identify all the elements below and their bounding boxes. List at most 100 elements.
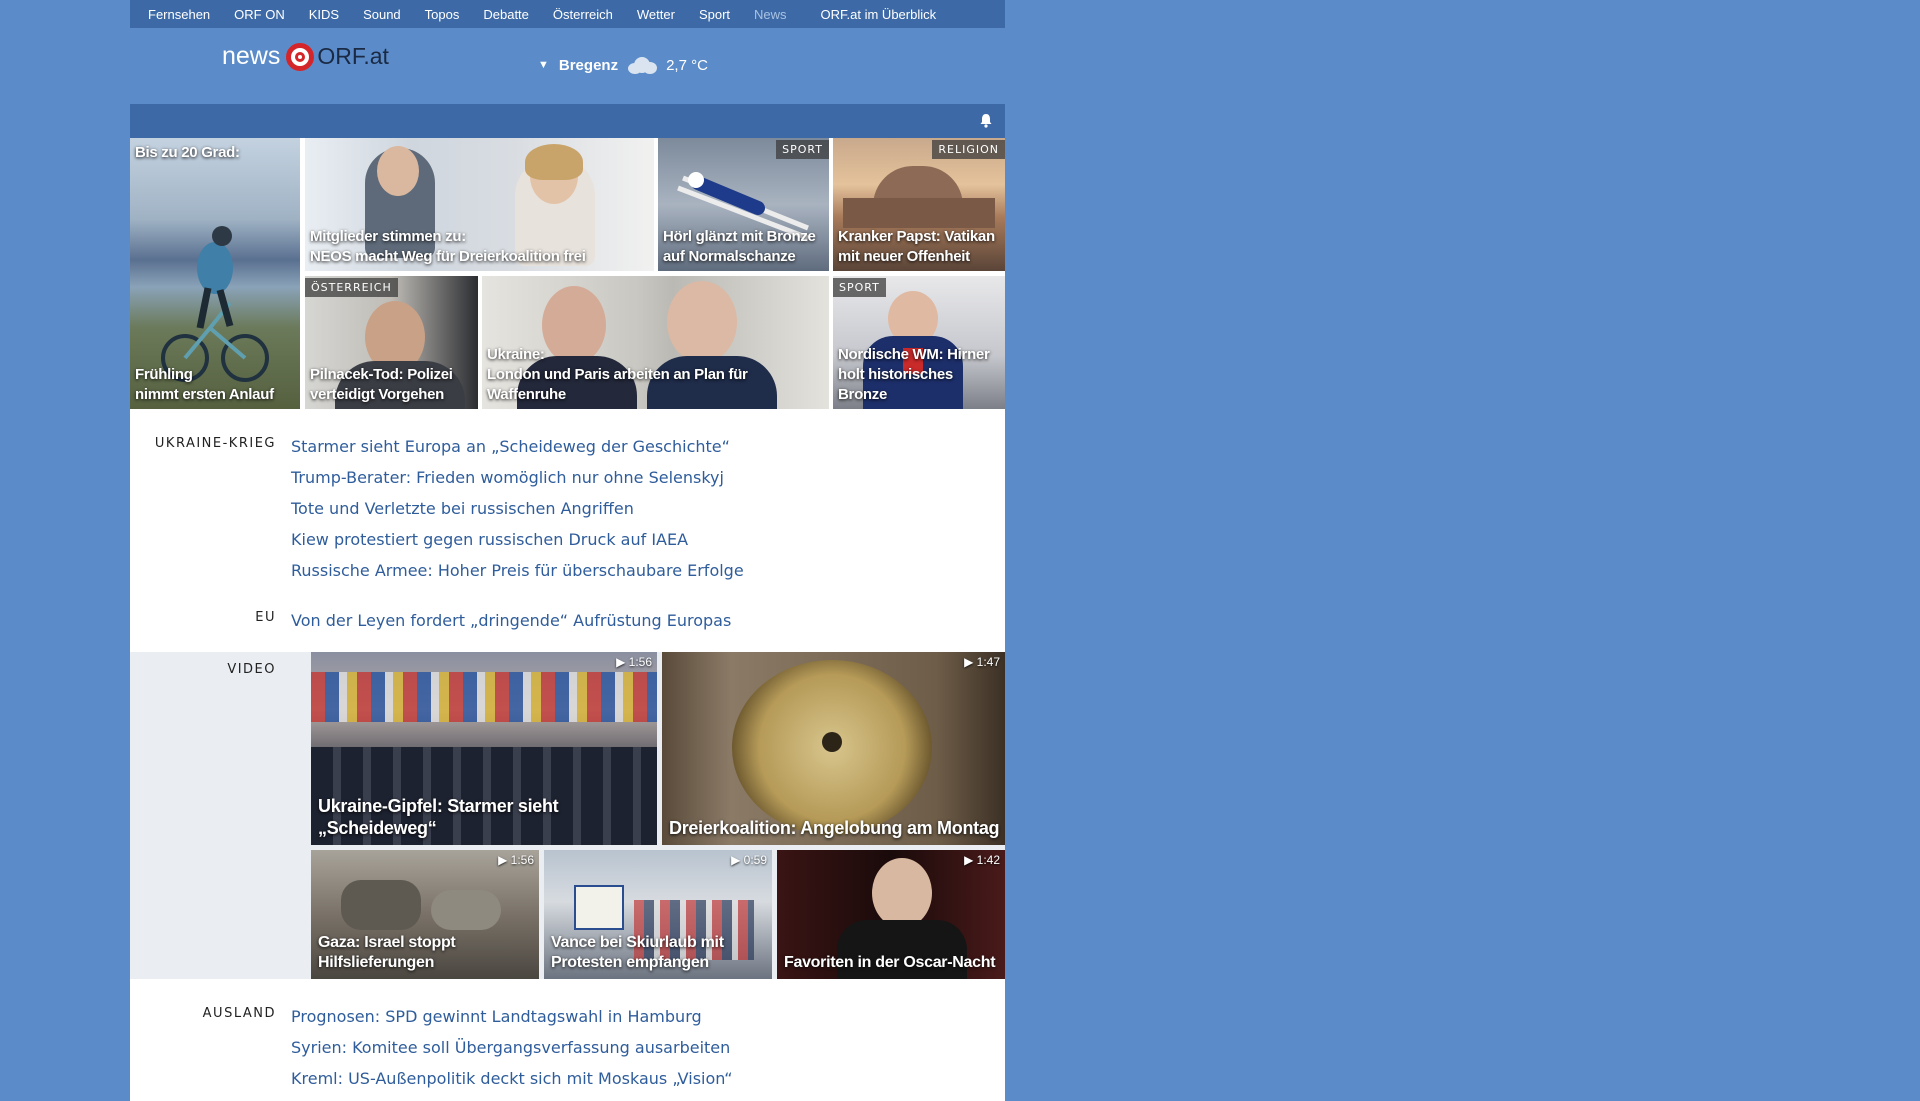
video-caption: Vance bei Skiurlaub mit Protesten empfan…: [551, 933, 767, 973]
video-caption: Favoriten in der Oscar-Nacht: [784, 953, 1000, 973]
teaser-papst[interactable]: RELIGION Kranker Papst: Vatikan mit neue…: [833, 138, 1005, 271]
nav-item-sound[interactable]: Sound: [363, 7, 401, 22]
teaser-pilnacek[interactable]: ÖSTERREICH Pilnacek-Tod: Polizei verteid…: [305, 276, 478, 409]
caption-line: mit neuer Offenheit: [838, 248, 970, 265]
teaser-ukraine-caption: Ukraine: London und Paris arbeiten an Pl…: [487, 345, 825, 405]
video-gaza[interactable]: ▶ 1:56 Gaza: Israel stoppt Hilfslieferun…: [311, 850, 539, 979]
section-label: UKRAINE-KRIEG: [154, 436, 276, 451]
teaser-ukraine[interactable]: Ukraine: London und Paris arbeiten an Pl…: [482, 276, 829, 409]
logo-orf-text: ORF.at: [317, 43, 389, 69]
video-duration: ▶ 0:59: [731, 853, 767, 867]
site-logo[interactable]: news ORF.at: [222, 42, 389, 71]
list-item: Trump-Berater: Frieden womöglich nur ohn…: [291, 462, 744, 493]
story-link[interactable]: Starmer sieht Europa an „Scheideweg der …: [291, 437, 730, 456]
duration-text: 1:56: [510, 853, 534, 867]
caption-line: Vance bei Skiurlaub mit: [551, 934, 724, 951]
teaser-fruehling[interactable]: Bis zu 20 Grad: Frühling nimmt ersten An…: [130, 138, 300, 409]
list-item: Russische Armee: Hoher Preis für übersch…: [291, 555, 744, 586]
teaser-pilnacek-tag: ÖSTERREICH: [305, 278, 398, 297]
nav-item-wetter[interactable]: Wetter: [637, 7, 675, 22]
story-link[interactable]: Tote und Verletzte bei russischen Angrif…: [291, 499, 634, 518]
nav-item-fernsehen[interactable]: Fernsehen: [148, 7, 210, 22]
video-vance[interactable]: ▶ 0:59 Vance bei Skiurlaub mit Protesten…: [544, 850, 772, 979]
teaser-grid: Bis zu 20 Grad: Frühling nimmt ersten An…: [130, 138, 1005, 409]
nav-item-sport[interactable]: Sport: [699, 7, 730, 22]
nav-item-overview[interactable]: ORF.at im Überblick: [821, 7, 937, 22]
teaser-hoerl[interactable]: SPORT Hörl glänzt mit Bronze auf Normals…: [658, 138, 829, 271]
teaser-hirner-tag: SPORT: [833, 278, 886, 297]
caption-line: Frühling: [135, 366, 193, 383]
duration-text: 1:42: [976, 853, 1000, 867]
caption-line: nimmt ersten Anlauf: [135, 386, 274, 403]
story-link[interactable]: Prognosen: SPD gewinnt Landtagswahl in H…: [291, 1007, 702, 1026]
duration-text: 1:47: [976, 655, 1000, 669]
video-caption: Ukraine-Gipfel: Starmer sieht „Scheidewe…: [318, 795, 652, 839]
section-ausland: AUSLAND Prognosen: SPD gewinnt Landtagsw…: [130, 979, 1005, 1101]
notification-bar: [130, 104, 1005, 138]
bell-icon[interactable]: [979, 113, 993, 132]
teaser-neos[interactable]: Mitglieder stimmen zu: NEOS macht Weg fü…: [305, 138, 654, 271]
video-duration: ▶ 1:42: [964, 853, 1000, 867]
list-item: Kreml: US-Außenpolitik deckt sich mit Mo…: [291, 1063, 733, 1094]
caption-line: Dreierkoalition: Angelobung am Montag: [669, 818, 1000, 838]
video-duration: ▶ 1:56: [498, 853, 534, 867]
list-item: Tote und Verletzte bei russischen Angrif…: [291, 493, 744, 524]
list-item: Syrien: Komitee soll Übergangsverfassung…: [291, 1032, 733, 1063]
top-navigation: Fernsehen ORF ON KIDS Sound Topos Debatt…: [130, 0, 1005, 28]
page-wrapper: Fernsehen ORF ON KIDS Sound Topos Debatt…: [130, 0, 1005, 1101]
video-ukraine-gipfel[interactable]: ▶ 1:56 Ukraine-Gipfel: Starmer sieht „Sc…: [311, 652, 657, 845]
caption-line: Kranker Papst: Vatikan: [838, 228, 995, 245]
teaser-neos-caption: Mitglieder stimmen zu: NEOS macht Weg fü…: [310, 227, 650, 267]
list-item: Von der Leyen fordert „dringende“ Aufrüs…: [291, 605, 731, 636]
nav-item-news[interactable]: News: [754, 7, 787, 22]
logo-news-text: news: [222, 42, 281, 70]
section-eu: EU Von der Leyen fordert „dringende“ Auf…: [130, 586, 1005, 636]
nav-item-kids[interactable]: KIDS: [309, 7, 339, 22]
caption-line: Gaza: Israel stoppt: [318, 934, 456, 951]
teaser-papst-tag: RELIGION: [932, 140, 1005, 159]
caption-line: auf Normalschanze: [663, 248, 796, 265]
nav-item-debatte[interactable]: Debatte: [483, 7, 529, 22]
caption-line: Hilfslieferungen: [318, 954, 435, 971]
story-link[interactable]: Kiew protestiert gegen russischen Druck …: [291, 530, 688, 549]
caption-line: London und Paris arbeiten an Plan für Wa…: [487, 366, 748, 403]
teaser-papst-caption: Kranker Papst: Vatikan mit neuer Offenhe…: [838, 227, 1001, 267]
story-link[interactable]: Syrien: Komitee soll Übergangsverfassung…: [291, 1038, 730, 1057]
video-oscar[interactable]: ▶ 1:42 Favoriten in der Oscar-Nacht: [777, 850, 1005, 979]
list-item: Starmer sieht Europa an „Scheideweg der …: [291, 431, 744, 462]
story-link[interactable]: Von der Leyen fordert „dringende“ Aufrüs…: [291, 611, 731, 630]
story-list: Prognosen: SPD gewinnt Landtagswahl in H…: [291, 1001, 733, 1101]
duration-text: 1:56: [628, 655, 652, 669]
weather-location: Bregenz: [558, 56, 619, 74]
teaser-hoerl-caption: Hörl glänzt mit Bronze auf Normalschanze: [663, 227, 825, 267]
video-dreierkoalition[interactable]: ▶ 1:47 Dreierkoalition: Angelobung am Mo…: [662, 652, 1005, 845]
nav-item-orf-on[interactable]: ORF ON: [234, 7, 285, 22]
caption-line: NEOS macht Weg für Dreierkoalition frei: [310, 248, 586, 265]
caption-line: verteidigt Vorgehen: [310, 386, 445, 403]
caption-line: Favoriten in der Oscar-Nacht: [784, 954, 996, 971]
caption-line: Hörl glänzt mit Bronze: [663, 228, 816, 245]
story-link[interactable]: Kreml: US-Außenpolitik deckt sich mit Mo…: [291, 1069, 733, 1088]
main-content: UKRAINE-KRIEG Starmer sieht Europa an „S…: [130, 409, 1005, 1101]
caption-line: „Scheideweg“: [318, 818, 437, 838]
teaser-pilnacek-caption: Pilnacek-Tod: Polizei verteidigt Vorgehe…: [310, 365, 474, 405]
caption-line: Nordische WM: Hirner: [838, 346, 990, 363]
section-video: VIDEO ▶ 1:56 Ukraine-Gipfel: Starmer sie…: [130, 652, 1005, 979]
chevron-down-icon: ▼: [538, 59, 549, 71]
teaser-fruehling-kicker: Bis zu 20 Grad:: [135, 144, 240, 161]
nav-item-oesterreich[interactable]: Österreich: [553, 7, 613, 22]
caption-line: Pilnacek-Tod: Polizei: [310, 366, 453, 383]
teaser-hirner-caption: Nordische WM: Hirner holt historisches B…: [838, 345, 1001, 405]
teaser-hirner[interactable]: SPORT Nordische WM: Hirner holt historis…: [833, 276, 1005, 409]
cloud-icon: [626, 56, 658, 74]
caption-line: Protesten empfangen: [551, 954, 709, 971]
weather-widget[interactable]: ▼ Bregenz 2,7 °C: [538, 56, 708, 74]
duration-text: 0:59: [743, 853, 767, 867]
section-label: EU: [255, 610, 276, 625]
nav-item-topos[interactable]: Topos: [425, 7, 460, 22]
list-item: Kiew protestiert gegen russischen Druck …: [291, 524, 744, 555]
story-link[interactable]: Russische Armee: Hoher Preis für übersch…: [291, 561, 744, 580]
story-link[interactable]: Trump-Berater: Frieden womöglich nur ohn…: [291, 468, 724, 487]
orf-eye-icon: [286, 42, 315, 71]
video-caption: Gaza: Israel stoppt Hilfslieferungen: [318, 933, 534, 973]
